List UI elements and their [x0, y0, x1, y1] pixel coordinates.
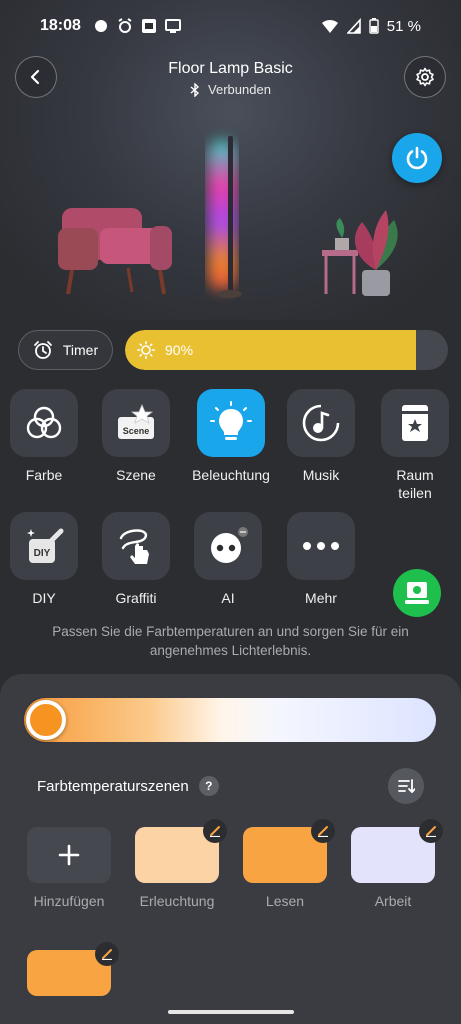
bulb-icon: [210, 401, 252, 440]
scene-label: Arbeit: [374, 893, 412, 909]
mode-graffiti[interactable]: Graffiti: [91, 512, 181, 607]
more-dots-icon: [303, 542, 339, 550]
hint-text: Passen Sie die Farbtemperaturen an und s…: [52, 624, 409, 658]
power-icon: [406, 146, 428, 170]
device-title: Floor Lamp Basic: [168, 60, 293, 77]
status-time: 18:08: [40, 17, 81, 34]
scene-arbeit[interactable]: Arbeit: [345, 819, 443, 909]
mode-label: Szene: [116, 467, 156, 483]
scene-erleuchtung[interactable]: Erleuchtung: [129, 819, 227, 909]
wifi-icon: [321, 19, 338, 33]
timer-button[interactable]: Timer: [18, 330, 113, 370]
color-temperature-slider[interactable]: [24, 698, 436, 742]
color-temperature-knob[interactable]: [26, 700, 66, 740]
mode-label: Graffiti: [115, 590, 157, 606]
device-box-icon: [405, 582, 429, 604]
ai-robot-icon: [211, 527, 248, 563]
battery-percent: 51 %: [386, 17, 421, 35]
add-scene-button[interactable]: [27, 827, 111, 883]
sun-icon: [137, 341, 155, 359]
edit-scene-button[interactable]: [203, 819, 227, 843]
connection-status: Verbunden: [208, 82, 271, 97]
home-indicator: [168, 1010, 294, 1014]
mode-diy[interactable]: DIY DIY: [0, 512, 89, 607]
color-temperature-panel: Farbtemperaturszenen ? Hinzufügen Erleuc…: [0, 674, 461, 1024]
scene-icon: Scene: [118, 403, 154, 439]
power-button[interactable]: [392, 133, 442, 183]
mode-farbe[interactable]: Farbe: [0, 389, 89, 484]
mode-label: AI: [221, 590, 235, 606]
pencil-icon: [318, 826, 328, 837]
pencil-icon: [426, 826, 436, 837]
notification-icon: [94, 20, 107, 32]
scene-swatch[interactable]: [135, 819, 227, 883]
scene-swatch[interactable]: [351, 819, 443, 883]
mode-musik[interactable]: Musik: [276, 389, 366, 484]
diy-icon-text: DIY: [34, 548, 51, 559]
device-header: Floor Lamp Basic Verbunden: [0, 60, 461, 97]
scenes-header: Farbtemperaturszenen ?: [37, 776, 219, 796]
lamp-room-illustration: [58, 136, 398, 298]
bluetooth-icon: [190, 82, 200, 97]
device-shortcut-button[interactable]: [393, 569, 441, 617]
mode-beleuchtung[interactable]: Beleuchtung: [186, 389, 276, 484]
edit-scene-button[interactable]: [95, 942, 119, 966]
scene-lesen[interactable]: Lesen: [237, 819, 335, 909]
mode-raum-teilen[interactable]: Raum teilen: [370, 389, 460, 502]
scene-custom[interactable]: [21, 942, 119, 996]
pic-app-icon: [141, 19, 156, 33]
alarm-icon: [118, 18, 132, 33]
sort-list-icon: [398, 779, 415, 794]
mode-szene[interactable]: Scene Szene: [91, 389, 181, 484]
mode-label: Mehr: [305, 590, 337, 606]
battery-icon: [369, 18, 379, 34]
status-bar: 18:08 51 %: [0, 0, 461, 52]
brightness-slider[interactable]: 90%: [125, 330, 448, 370]
mode-label: DIY: [32, 590, 56, 606]
mode-label: Beleuchtung: [192, 467, 270, 483]
pencil-icon: [102, 949, 112, 960]
mode-label: Farbe: [25, 467, 63, 483]
color-circles-icon: [26, 406, 62, 439]
signal-icon: [346, 18, 361, 34]
scenes-heading: Farbtemperaturszenen: [37, 777, 189, 795]
scene-swatch[interactable]: [243, 819, 335, 883]
scene-swatch[interactable]: [27, 942, 119, 996]
edit-scene-button[interactable]: [311, 819, 335, 843]
mode-label: Musik: [302, 467, 340, 483]
sort-button[interactable]: [388, 768, 424, 804]
scene-label: Erleuchtung: [139, 893, 215, 909]
music-note-icon: [302, 404, 340, 442]
help-icon[interactable]: ?: [198, 776, 219, 796]
mode-mehr[interactable]: Mehr: [276, 512, 366, 607]
mode-label: Raum teilen: [396, 467, 434, 501]
screen-cast-icon: [164, 19, 181, 33]
alarm-clock-icon: [33, 341, 52, 359]
edit-scene-button[interactable]: [419, 819, 443, 843]
brightness-value: 90%: [165, 342, 194, 358]
scene-label: Lesen: [265, 893, 305, 909]
pencil-icon: [210, 826, 220, 837]
scene-icon-text: Scene: [123, 426, 150, 436]
plus-icon: [58, 844, 80, 866]
room-share-icon: [402, 405, 428, 441]
mode-ai[interactable]: AI: [183, 512, 273, 607]
graffiti-hand-icon: [119, 529, 149, 564]
diy-icon: DIY: [27, 528, 64, 563]
timer-label: Timer: [62, 342, 99, 358]
scene-label: Hinzufügen: [33, 893, 105, 909]
scene-add[interactable]: Hinzufügen: [21, 827, 117, 909]
